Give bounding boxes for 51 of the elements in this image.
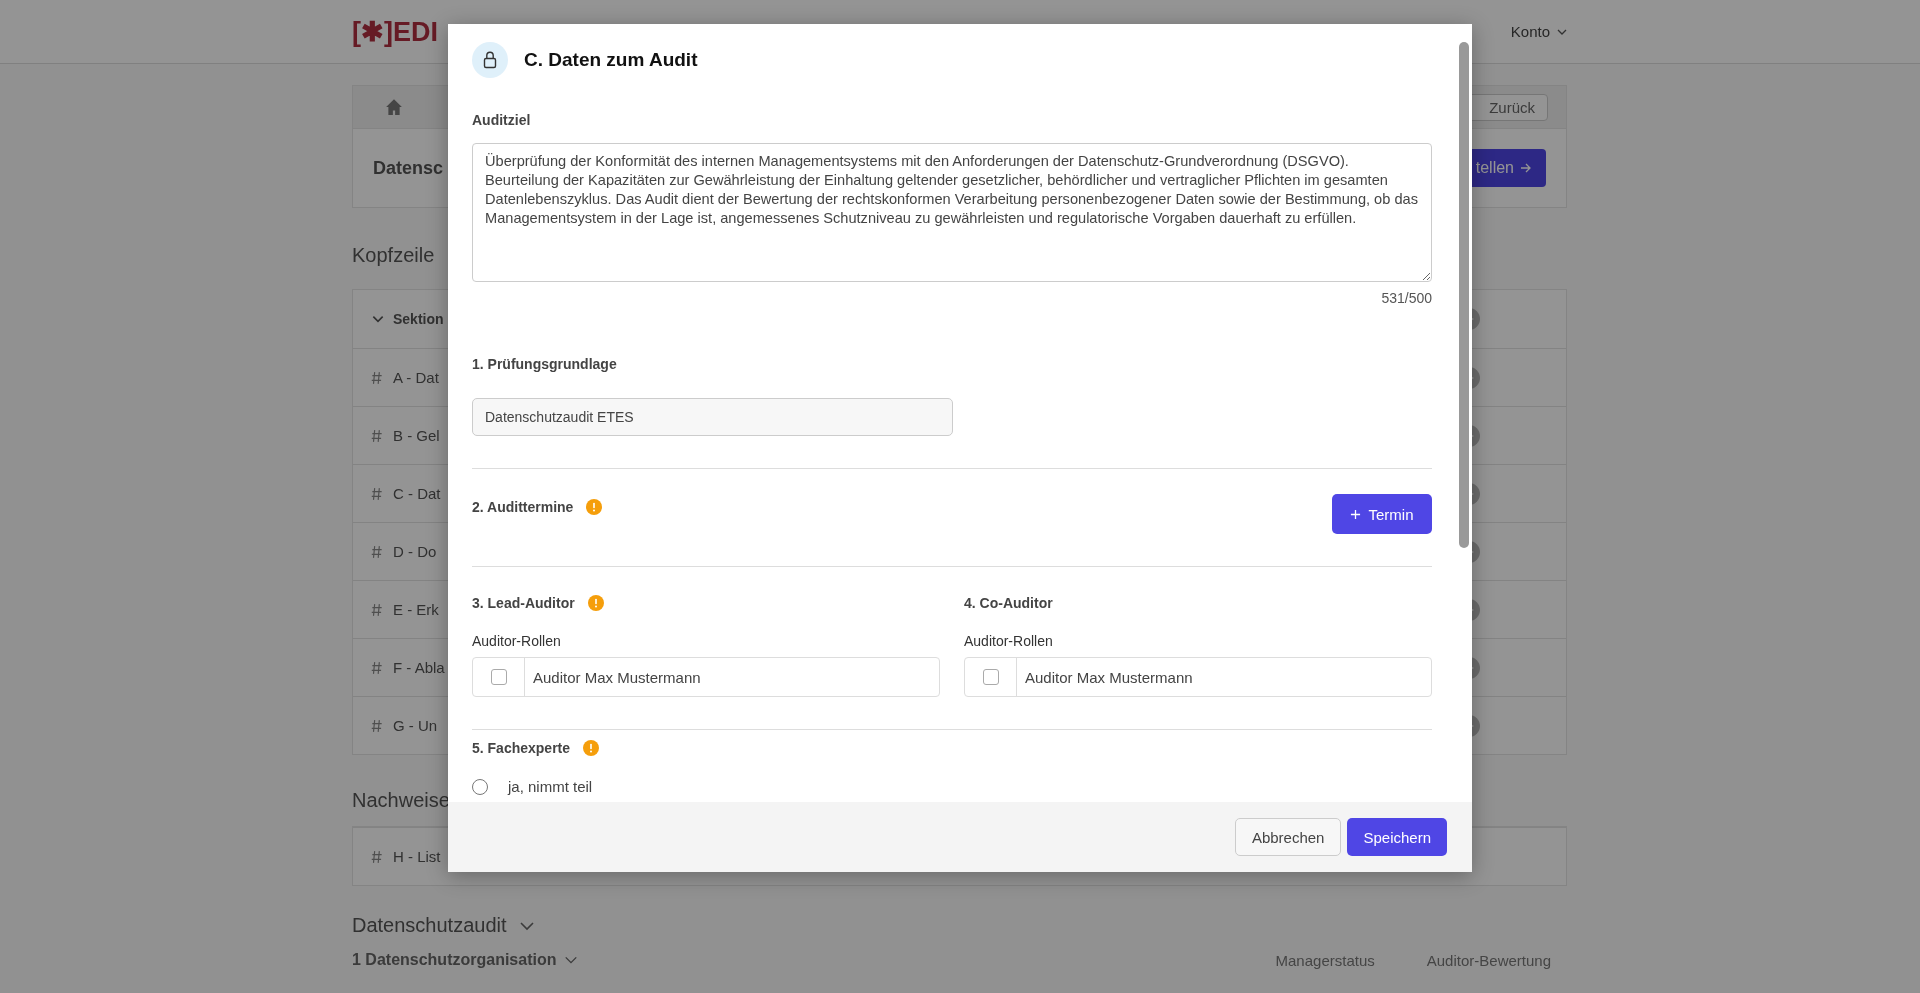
hash-icon — [371, 718, 383, 733]
home-icon[interactable] — [385, 98, 403, 116]
page-title: Datensc — [373, 157, 444, 179]
section-item[interactable]: D - Do — [393, 543, 437, 560]
section-item[interactable]: G - Un — [393, 717, 438, 734]
hash-icon — [371, 849, 383, 864]
hash-icon — [371, 660, 383, 675]
column-header: Managerstatus — [1275, 951, 1375, 969]
field-label: 5. Fachexperte — [472, 740, 571, 756]
section-item[interactable]: C - Dat — [393, 485, 441, 502]
hash-icon — [371, 486, 383, 501]
hash-icon — [371, 370, 383, 385]
section-item[interactable]: E - Erk — [393, 601, 439, 618]
section-item[interactable]: F - Abla — [393, 659, 445, 676]
add-date-button[interactable]: Termin — [1332, 494, 1432, 534]
section-item[interactable]: A - Dat — [393, 369, 439, 386]
field-label: 1. Prüfungsgrundlage — [472, 356, 618, 372]
arrow-icon — [1520, 162, 1532, 174]
logo[interactable]: [✱]EDI — [352, 15, 438, 48]
field-label: 4. Co-Auditor — [964, 595, 1053, 611]
subsection-heading: 1 Datenschutzorganisation — [352, 951, 557, 969]
field-label: Auditor-Rollen — [964, 633, 1054, 649]
hash-icon — [371, 428, 383, 443]
field-label: Auditor-Rollen — [472, 633, 562, 649]
field-label: 2. Audittermine — [472, 499, 574, 515]
field-label: 3. Lead-Auditor — [472, 595, 575, 611]
chevron-icon[interactable] — [564, 954, 579, 966]
chevron-icon[interactable] — [518, 919, 535, 932]
input-field[interactable]: Datenschutzaudit ETES — [472, 398, 953, 436]
column-header: Sektion — [393, 311, 444, 327]
text-area[interactable]: Überprüfung der Konformität des internen Managementsystems mit den Anforderungen der Datenschutz-Grundverordnung (DSGVO). Beurteilung der Kapazitäten zur Gewährleistung der Einhaltung geltender gesetzlicher, behördlicher und vertraglicher Pflichten im gesamten Datenlebenszyklus. Das Audit dient der Bewertung der rechtskonformen Verarbeitung personenbezogener Daten sowie der Bestimmung, ob das Managementsystem in der Lage ist, angemessenes Schutzniveau zu gewährleisten und regulatorische Vorgaben dauerhaft zu erfüllen. — [472, 143, 1432, 282]
section-heading: Datenschutzaudit — [352, 914, 507, 937]
field-label: Auditziel — [472, 112, 532, 128]
checkbox[interactable] — [490, 669, 507, 685]
save-button[interactable]: Speichern — [1347, 818, 1447, 856]
radio-label[interactable]: ja, nimmt teil — [508, 778, 593, 795]
account-menu[interactable]: Konto — [1510, 23, 1568, 40]
lock-icon — [472, 42, 508, 78]
character-counter: 531/500 — [1381, 290, 1432, 306]
section-item[interactable]: B - Gel — [393, 427, 440, 444]
plus-icon — [1350, 508, 1362, 520]
option-label[interactable]: Auditor Max Mustermann — [525, 668, 701, 686]
section-item[interactable]: H - List — [393, 848, 441, 865]
section-heading: Nachweise — [352, 789, 451, 812]
cancel-button[interactable]: Abbrechen — [1234, 818, 1342, 856]
checkbox[interactable] — [982, 669, 999, 685]
column-header: Auditor-Bewertung — [1426, 951, 1551, 969]
option-label[interactable]: Auditor Max Mustermann — [1017, 668, 1193, 686]
hash-icon — [371, 544, 383, 559]
dialog-title: C. Daten zum Audit — [524, 49, 698, 71]
hash-icon — [371, 602, 383, 617]
